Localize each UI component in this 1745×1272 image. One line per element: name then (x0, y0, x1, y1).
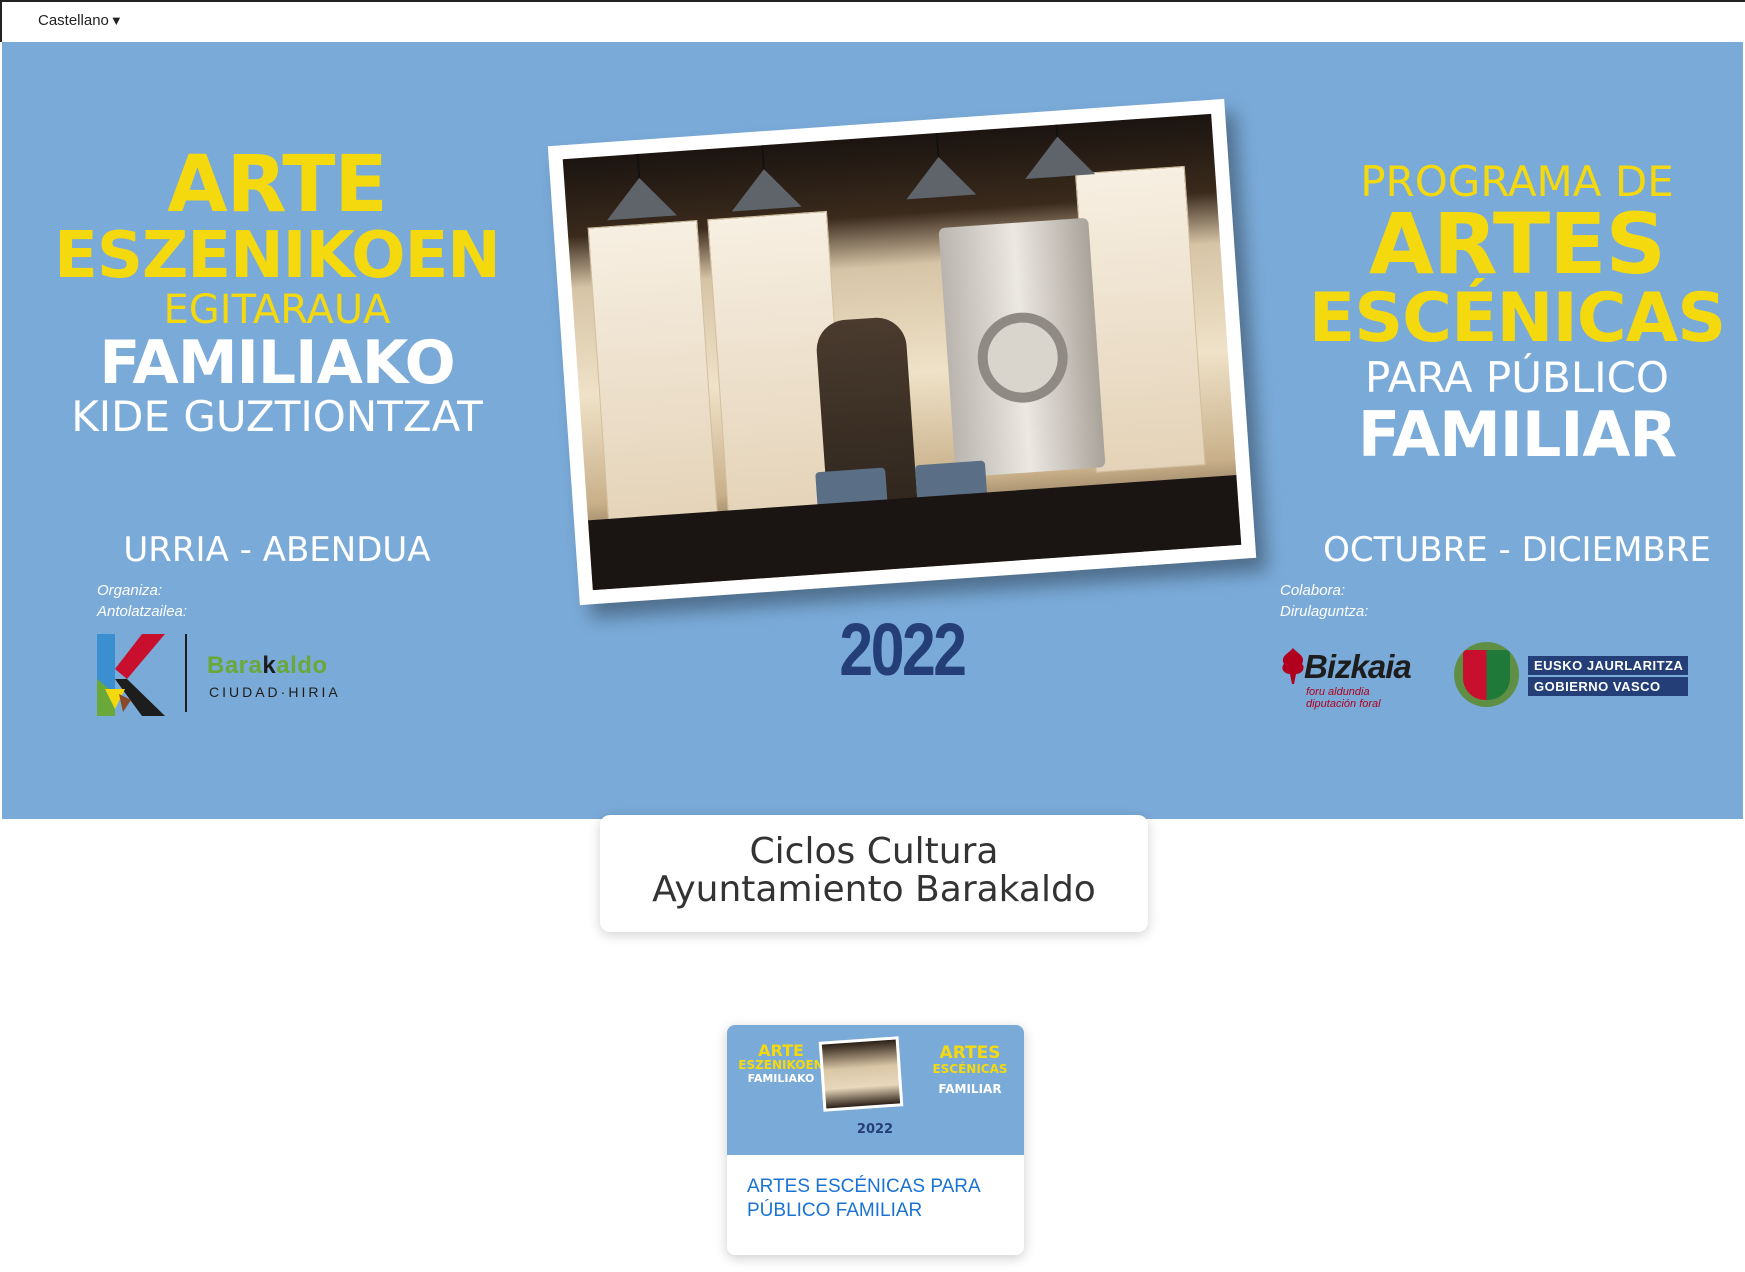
heading-artes: ARTES (1368, 195, 1666, 293)
program-card[interactable]: ARTE ESZENIKOEN FAMILIAKO ARTES ESCÉNICA… (727, 1025, 1024, 1255)
bizkaia-name: Bizkaia (1304, 648, 1412, 685)
banner-left-heading: ARTE ESZENIKOEN EGITARAUA FAMILIAKO KIDE… (22, 146, 532, 440)
organizer-label: Organiza: Antolatzailea: (97, 580, 187, 622)
bizkaia-logo: Bizkaia foru aldundia diputación foral (1280, 648, 1412, 710)
hero-banner: ARTE ESZENIKOEN EGITARAUA FAMILIAKO KIDE… (2, 42, 1743, 819)
banner-left-dates: URRIA - ABENDUA (123, 530, 431, 570)
barakaldo-logo-name: Barakaldo (207, 652, 328, 679)
heading-escenicas: ESCÉNICAS (1308, 279, 1727, 358)
organizer-label-eu: Antolatzailea: (97, 603, 188, 620)
eusko-line1: EUSKO JAURLARITZA (1528, 656, 1688, 675)
bizkaia-sub-es: diputación foral (1306, 698, 1381, 710)
section-title-line2: Ayuntamiento Barakaldo (652, 869, 1096, 910)
program-card-title[interactable]: ARTES ESCÉNICAS PARA PÚBLICO FAMILIAR (727, 1155, 1024, 1223)
top-bar: Castellano▼ (0, 0, 1745, 42)
stage-photo (547, 98, 1257, 606)
heading-egitaraua: EGITARAUA (163, 287, 391, 333)
heading-familiar: FAMILIAR (1357, 398, 1677, 471)
organizer-label-es: Organiza: (97, 582, 163, 599)
stage-photo-image (562, 113, 1242, 591)
oak-leaf-icon (1282, 648, 1304, 684)
heading-familiako: FAMILIAKO (99, 328, 455, 398)
language-label: Castellano (38, 12, 109, 29)
heading-eszenikoen: ESZENIKOEN (54, 219, 501, 293)
collaborator-label-eu: Dirulaguntza: (1280, 603, 1369, 620)
poster-thumbnail-icon: ARTE ESZENIKOEN FAMILIAKO ARTES ESCÉNICA… (727, 1025, 1024, 1155)
coat-of-arms-icon (1454, 642, 1519, 707)
collaborator-label: Colabora: Dirulaguntza: (1280, 580, 1368, 622)
barakaldo-k-logo-icon (97, 634, 165, 716)
logo-divider (185, 634, 187, 712)
heading-arte: ARTE (167, 140, 387, 230)
collaborator-label-es: Colabora: (1280, 582, 1346, 599)
dropdown-arrow-icon: ▼ (109, 13, 123, 28)
banner-year: 2022 (839, 608, 967, 691)
bizkaia-sub-eu: foru aldundia (1306, 686, 1370, 698)
barakaldo-logo-subtitle: CIUDAD·HIRIA (209, 684, 341, 700)
language-selector[interactable]: Castellano▼ (38, 12, 123, 29)
section-title-card: Ciclos Cultura Ayuntamiento Barakaldo (600, 815, 1148, 932)
banner-right-heading: PROGRAMA DE ARTES ESCÉNICAS PARA PÚBLICO… (1287, 160, 1743, 468)
section-title-line1: Ciclos Cultura (749, 831, 999, 872)
heading-kide-guztiontzat: KIDE GUZTIONTZAT (71, 392, 483, 441)
heading-para-publico: PARA PÚBLICO (1365, 353, 1669, 402)
banner-right-dates: OCTUBRE - DICIEMBRE (1323, 530, 1711, 570)
eusko-line2: GOBIERNO VASCO (1528, 677, 1688, 696)
